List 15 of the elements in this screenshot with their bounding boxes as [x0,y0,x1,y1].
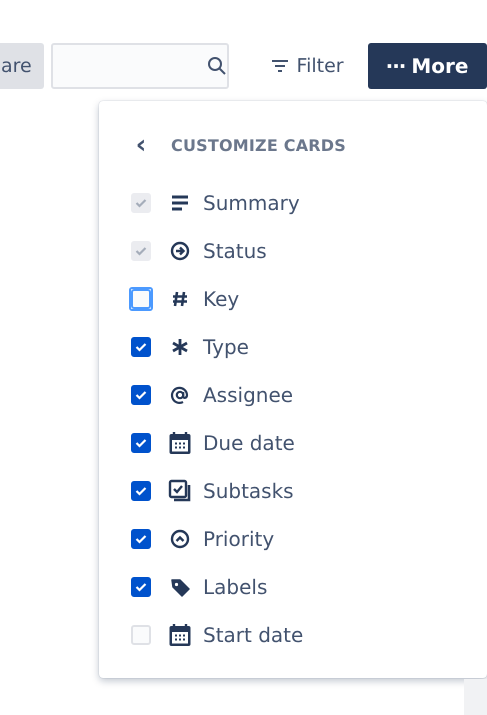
field-label: Due date [203,431,295,455]
field-label: Start date [203,623,304,647]
back-button[interactable]: ‹ [131,133,151,157]
field-label: Summary [203,191,300,215]
field-label: Key [203,287,240,311]
field-label: Assignee [203,383,294,407]
menu-title: CUSTOMIZE CARDS [171,136,346,154]
field-label: Labels [203,575,268,599]
field-label: Subtasks [203,479,294,503]
field-label: Type [203,335,249,359]
more-button[interactable]: ··· More [368,43,487,89]
share-button[interactable]: are [0,43,44,89]
field-label: Status [203,239,267,263]
filter-button[interactable]: Filter [266,43,348,89]
field-label: Priority [203,527,274,551]
